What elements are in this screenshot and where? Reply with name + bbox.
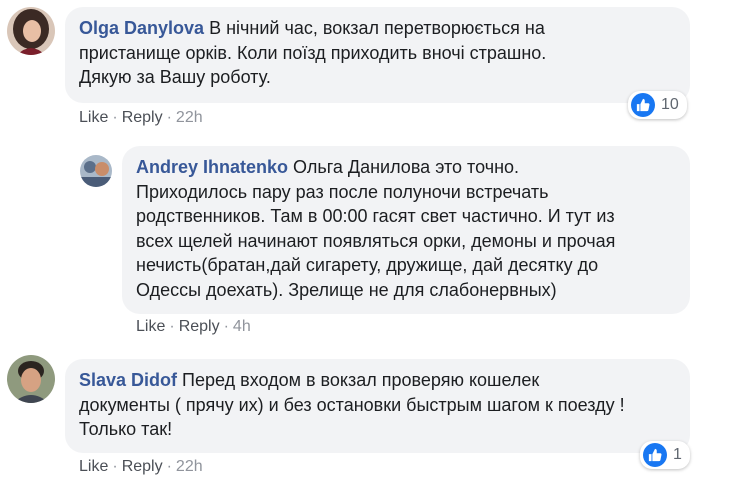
comment-actions: Like · Reply · 22h bbox=[79, 109, 203, 127]
comment-bubble: Slava Didof Перед входом в вокзал провер… bbox=[65, 359, 690, 453]
comment-text: Перед входом в вокзал проверяю кошелек bbox=[182, 370, 540, 390]
comment-text: пристанище орків. Коли поїзд приходить в… bbox=[79, 42, 547, 63]
reply-link[interactable]: Reply bbox=[122, 109, 163, 127]
comment-text: Одессы доехать). Зрелище не для слабонер… bbox=[136, 279, 557, 300]
comment-timestamp[interactable]: 4h bbox=[233, 318, 251, 336]
comment-bubble: Andrey Ihnatenko Ольга Данилова это точн… bbox=[122, 146, 690, 314]
reply-link[interactable]: Reply bbox=[122, 458, 163, 476]
comment-text: Только так! bbox=[79, 419, 173, 439]
comment-author[interactable]: Slava Didof bbox=[79, 370, 177, 390]
comment-actions: Like · Reply · 22h bbox=[79, 458, 203, 476]
comment-text: нечисть(братан,дай сигарету, дружище, да… bbox=[136, 255, 599, 275]
like-link[interactable]: Like bbox=[79, 109, 108, 127]
thumbs-up-icon bbox=[643, 443, 667, 467]
reaction-count: 1 bbox=[673, 446, 682, 463]
comment-text: всех щелей начинают появляться орки, дем… bbox=[136, 230, 616, 251]
comment-text: родственников. Там в 00:00 гасят свет ча… bbox=[136, 206, 615, 226]
comment-actions: Like · Reply · 4h bbox=[136, 318, 251, 336]
like-link[interactable]: Like bbox=[136, 318, 165, 336]
reply-link[interactable]: Reply bbox=[179, 318, 220, 336]
avatar[interactable] bbox=[80, 155, 112, 187]
comment-text: документы ( прячу их) и без остановки бы… bbox=[79, 394, 625, 415]
comment-timestamp[interactable]: 22h bbox=[176, 458, 203, 476]
reaction-count: 10 bbox=[661, 96, 679, 113]
avatar[interactable] bbox=[7, 355, 55, 403]
comment-text: Дякую за Вашу роботу. bbox=[79, 67, 271, 87]
like-link[interactable]: Like bbox=[79, 458, 108, 476]
comment-text: Ольга Данилова это точно. bbox=[293, 157, 520, 177]
reaction-summary[interactable]: 1 bbox=[640, 441, 690, 469]
thumbs-up-icon bbox=[631, 93, 655, 117]
comment-author[interactable]: Andrey Ihnatenko bbox=[136, 157, 288, 177]
avatar[interactable] bbox=[7, 7, 55, 55]
comment-text: В нічний час, вокзал перетворюється на bbox=[209, 18, 545, 38]
comment-bubble: Olga Danylova В нічний час, вокзал перет… bbox=[65, 7, 690, 103]
comment-text: Приходилось пару раз после полуночи встр… bbox=[136, 181, 549, 202]
comment-timestamp[interactable]: 22h bbox=[176, 109, 203, 127]
comment-author[interactable]: Olga Danylova bbox=[79, 18, 204, 38]
reaction-summary[interactable]: 10 bbox=[628, 91, 687, 119]
